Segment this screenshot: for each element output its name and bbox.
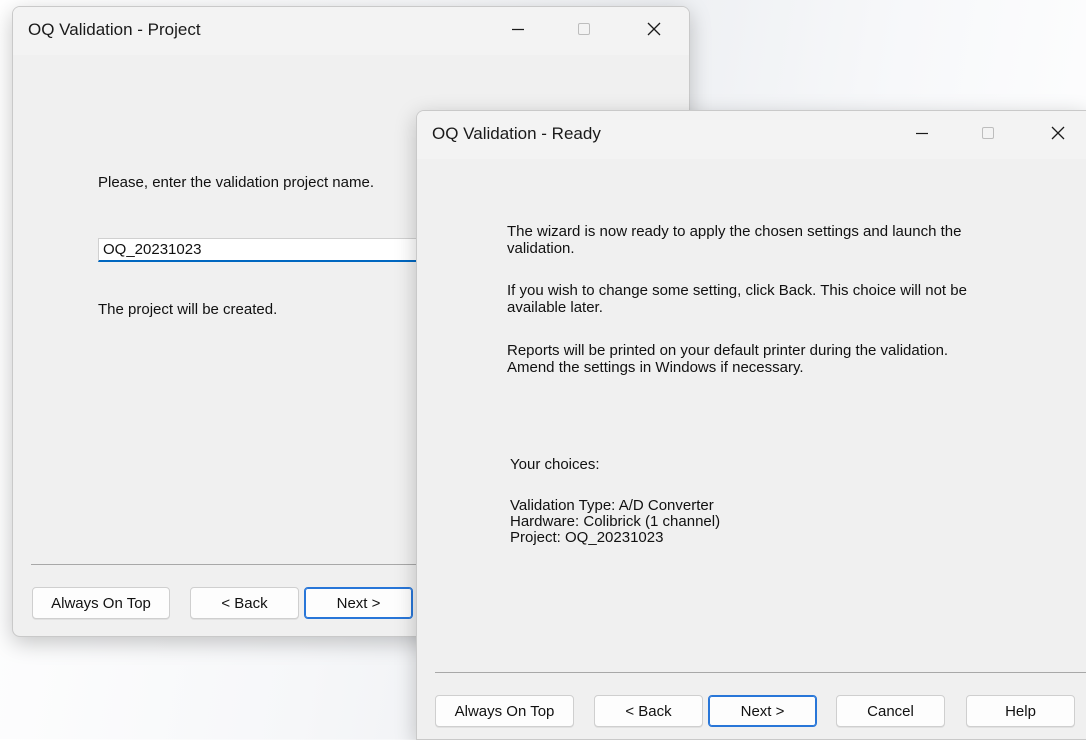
minimize-icon (510, 21, 526, 37)
project-name-prompt: Please, enter the validation project nam… (98, 174, 374, 191)
close-button[interactable] (631, 7, 677, 51)
minimize-button[interactable] (495, 7, 541, 51)
help-button[interactable]: Help (966, 695, 1075, 727)
maximize-button (561, 7, 607, 51)
minimize-icon (914, 125, 930, 141)
maximize-button (965, 111, 1011, 155)
always-on-top-button[interactable]: Always On Top (435, 695, 574, 727)
choice-validation-type: Validation Type: A/D Converter (510, 497, 714, 514)
close-icon (1050, 125, 1066, 141)
next-button[interactable]: Next > (304, 587, 413, 619)
next-button[interactable]: Next > (708, 695, 817, 727)
always-on-top-button[interactable]: Always On Top (32, 587, 170, 619)
choice-project: Project: OQ_20231023 (510, 529, 664, 546)
cancel-button[interactable]: Cancel (836, 695, 945, 727)
ready-line-2: validation. (507, 240, 575, 257)
title-bar[interactable]: OQ Validation - Ready (417, 111, 1086, 159)
choice-hardware: Hardware: Colibrick (1 channel) (510, 513, 721, 530)
close-button[interactable] (1035, 111, 1081, 155)
title-bar[interactable]: OQ Validation - Project (13, 7, 689, 55)
separator (31, 564, 431, 565)
ready-line-1: The wizard is now ready to apply the cho… (507, 223, 962, 240)
maximize-icon (980, 125, 996, 141)
project-info-text: The project will be created. (98, 301, 278, 318)
close-icon (646, 21, 662, 37)
ready-window: OQ Validation - Ready The wizard is now … (416, 110, 1086, 740)
project-name-input[interactable] (98, 238, 428, 262)
ready-line-4: available later. (507, 299, 603, 316)
window-title: OQ Validation - Project (28, 20, 201, 39)
maximize-icon (576, 21, 592, 37)
separator (435, 672, 1086, 673)
ready-line-3: If you wish to change some setting, clic… (507, 282, 967, 299)
back-button[interactable]: < Back (594, 695, 703, 727)
choices-heading: Your choices: (510, 456, 600, 473)
ready-line-6: Amend the settings in Windows if necessa… (507, 359, 804, 376)
back-button[interactable]: < Back (190, 587, 299, 619)
ready-line-5: Reports will be printed on your default … (507, 342, 949, 359)
window-title: OQ Validation - Ready (432, 124, 601, 143)
minimize-button[interactable] (899, 111, 945, 155)
